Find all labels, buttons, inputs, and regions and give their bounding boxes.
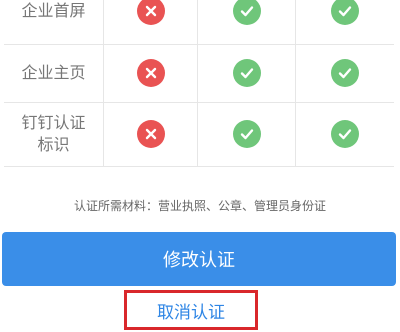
table-row: 钉钉认证标识	[4, 102, 394, 167]
check-icon	[232, 0, 261, 25]
check-icon	[232, 120, 261, 148]
cross-icon	[136, 120, 165, 148]
check-icon	[331, 59, 359, 87]
materials-note: 认证所需材料：营业执照、公章、管理员身份证	[73, 199, 326, 213]
table-row: 企业主页	[4, 44, 394, 103]
row-label: 企业主页	[21, 63, 86, 82]
cross-icon	[136, 0, 165, 25]
check-icon	[331, 120, 359, 148]
cancel-certification-link[interactable]: 取消认证	[124, 290, 258, 330]
check-icon	[331, 0, 359, 25]
cross-icon	[136, 59, 165, 87]
modify-certification-button[interactable]: 修改认证	[2, 232, 396, 286]
feature-comparison-table: 企业首屏 企业主页 钉钉认证标识	[4, 0, 394, 167]
row-label: 钉钉认证标识	[21, 113, 86, 154]
row-label: 企业首屏	[21, 1, 86, 20]
table-row: 企业首屏	[4, 0, 394, 45]
check-icon	[232, 59, 261, 87]
